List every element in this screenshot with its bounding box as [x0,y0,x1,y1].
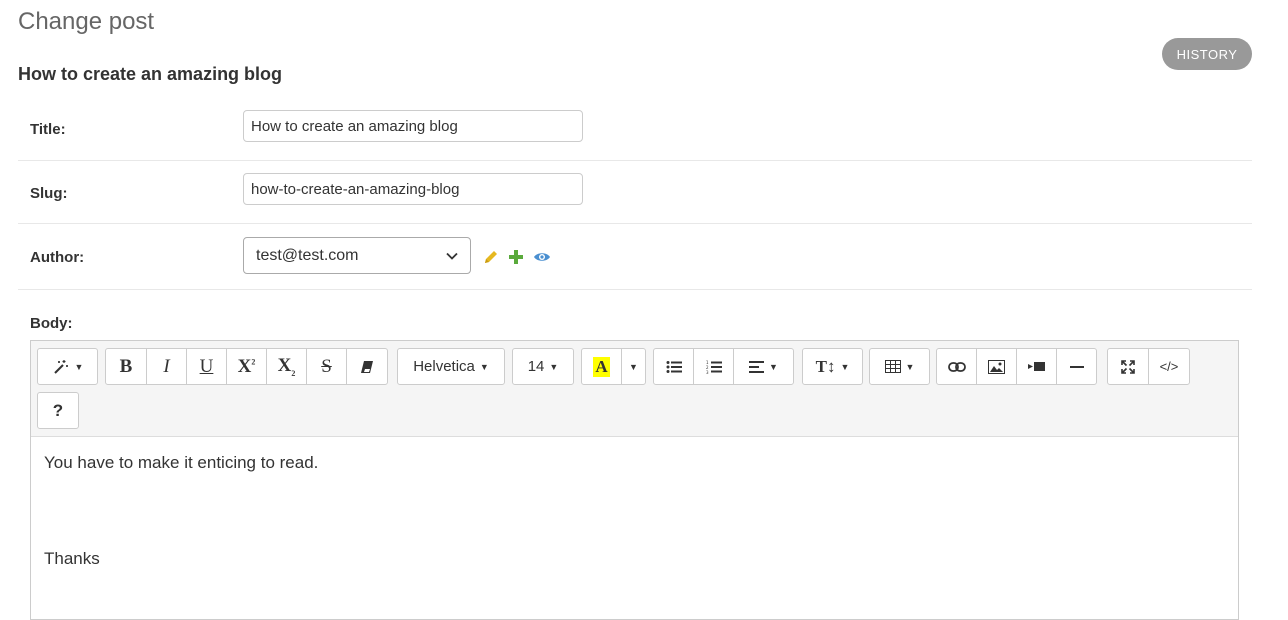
table-icon [884,360,901,373]
height-group: T↕ ▼ [802,348,863,385]
author-select[interactable]: test@test.com [243,237,471,274]
help-label: ? [52,400,64,420]
content-paragraph: You have to make it enticing to read. [44,453,319,472]
history-button[interactable]: HISTORY [1162,38,1252,70]
superscript-button[interactable]: X2 [226,348,267,385]
table-dropdown[interactable]: ▼ [869,348,930,385]
strikethrough-button[interactable]: S [306,348,347,385]
eraser-icon [361,360,373,373]
pencil-icon[interactable] [483,249,499,265]
title-input[interactable] [243,110,583,142]
fullscreen-button[interactable] [1107,348,1149,385]
view-group: </> [1107,348,1190,385]
eraser-button[interactable] [346,348,388,385]
font-size-group: 14 ▼ [512,348,574,385]
ordered-list-icon: 123 [706,360,722,374]
font-name-value: Helvetica [413,358,475,375]
chevron-down-icon [446,252,458,260]
superscript-icon: X2 [237,355,256,377]
svg-text:3: 3 [706,370,709,374]
rich-text-editor: ▼ B I U X2 X2 S Helvetica ▼ 14 ▼ A ▼ 1 2… [30,340,1239,620]
link-button[interactable] [936,348,977,385]
italic-button[interactable]: I [146,348,187,385]
line-height-dropdown[interactable]: T↕ ▼ [802,348,863,385]
slug-label: Slug: [30,185,68,202]
horizontal-rule-icon [1069,365,1084,368]
editor-content[interactable]: You have to make it enticing to read. Th… [44,451,1224,571]
unordered-list-icon [666,360,682,373]
help-group: ? [37,392,79,429]
text-color-button[interactable]: A [581,348,622,385]
link-icon [947,361,966,372]
content-paragraph: Thanks [44,549,100,568]
table-group: ▼ [869,348,930,385]
align-icon [749,360,765,373]
eye-icon[interactable] [533,249,551,265]
body-label: Body: [30,315,73,332]
object-title: How to create an amazing blog [18,64,283,84]
italic-icon: I [163,355,170,377]
content-paragraph [44,499,1224,523]
bold-icon: B [119,355,133,377]
title-row: Title: [18,100,1252,161]
title-label: Title: [30,121,66,138]
slug-row: Slug: [18,161,1252,224]
slug-input[interactable] [243,173,583,205]
content-paragraph [44,523,1224,547]
font-size-value: 14 [527,358,545,375]
picture-button[interactable] [976,348,1017,385]
strikethrough-icon: S [321,355,332,377]
color-dropdown-button[interactable]: ▼ [621,348,646,385]
line-height-icon: T↕ [815,356,836,376]
paragraph-group: 123 ▼ [653,348,794,385]
font-name-dropdown[interactable]: Helvetica ▼ [397,348,505,385]
video-button[interactable] [1016,348,1057,385]
plus-icon[interactable] [508,249,524,265]
author-label: Author: [30,249,85,266]
underline-icon: U [199,355,214,377]
subscript-button[interactable]: X2 [266,348,307,385]
help-button[interactable]: ? [37,392,79,429]
color-group: A ▼ [581,348,646,385]
page-title: Change post [18,8,155,35]
video-icon [1028,362,1045,371]
ordered-list-button[interactable]: 123 [693,348,734,385]
horizontal-rule-button[interactable] [1056,348,1097,385]
font-style-group: B I U X2 X2 S [105,348,388,385]
editor-toolbar: ▼ B I U X2 X2 S Helvetica ▼ 14 ▼ A ▼ 1 2… [31,341,1238,437]
insert-group [936,348,1097,385]
bold-button[interactable]: B [105,348,147,385]
author-select-value: test@test.com [256,246,359,264]
content-paragraph [44,475,1224,499]
font-size-dropdown[interactable]: 14 ▼ [512,348,574,385]
author-row: Author: test@test.com [18,224,1252,290]
style-group: ▼ [37,348,98,385]
code-view-icon: </> [1159,359,1179,374]
unordered-list-button[interactable] [653,348,694,385]
style-button[interactable]: ▼ [37,348,98,385]
magic-icon [53,359,68,374]
picture-icon [988,359,1005,374]
caret-down-icon: ▼ [629,361,638,372]
subscript-icon: X2 [277,355,296,378]
fullscreen-icon [1121,359,1135,374]
font-name-group: Helvetica ▼ [397,348,505,385]
code-view-button[interactable]: </> [1148,348,1190,385]
text-color-icon: A [593,356,610,377]
underline-button[interactable]: U [186,348,227,385]
align-dropdown[interactable]: ▼ [733,348,794,385]
